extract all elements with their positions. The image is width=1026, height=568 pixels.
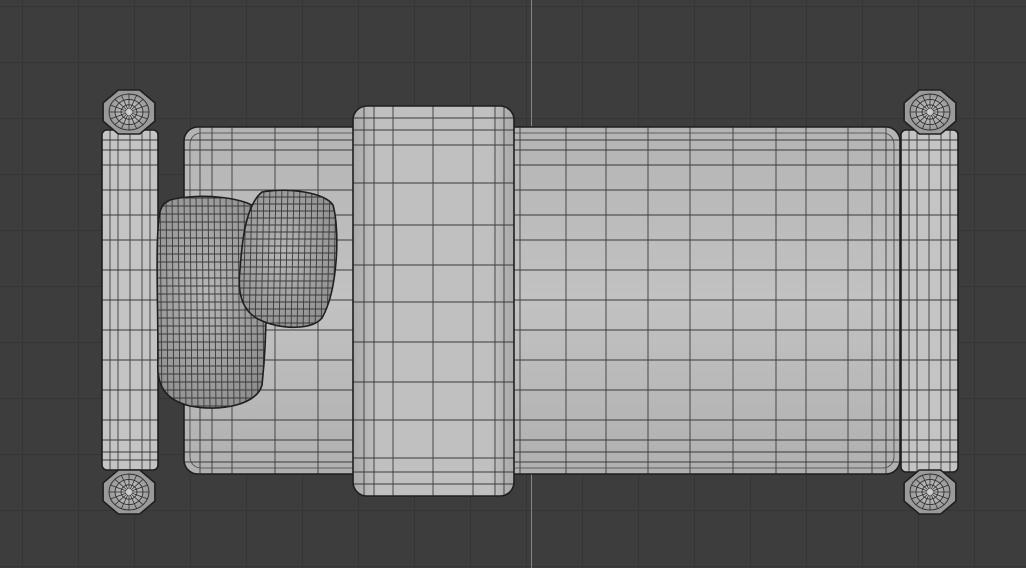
3d-viewport[interactable]	[0, 0, 1026, 568]
bedpost-top-left[interactable]	[102, 89, 156, 135]
bed-model[interactable]	[0, 0, 1026, 568]
footboard[interactable]	[900, 129, 959, 473]
blanket[interactable]	[352, 105, 515, 497]
bedpost-bottom-left[interactable]	[102, 469, 156, 515]
bedpost-bottom-right[interactable]	[903, 469, 957, 515]
bedpost-top-right[interactable]	[903, 89, 957, 135]
headboard[interactable]	[101, 129, 159, 471]
pillow-right[interactable]	[236, 186, 342, 332]
